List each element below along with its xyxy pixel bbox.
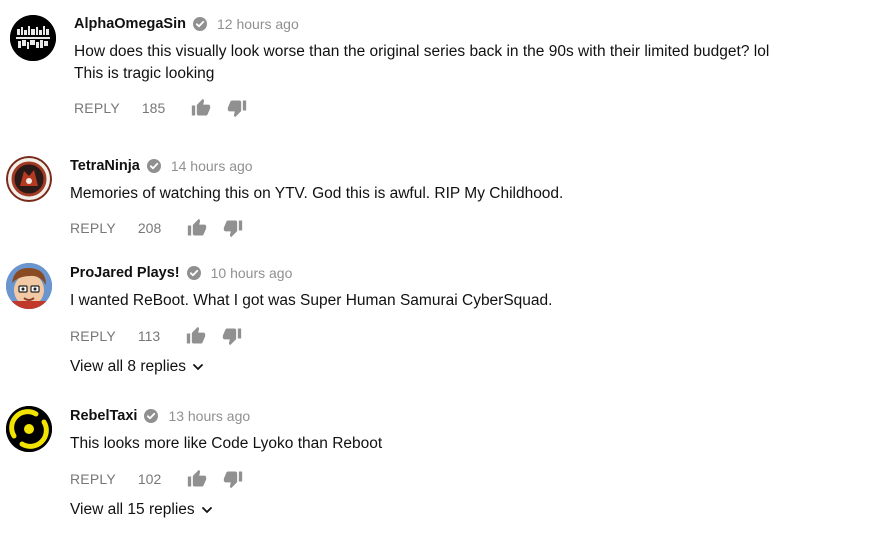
author-name[interactable]: RebelTaxi xyxy=(70,408,137,424)
comment-text-line: I wanted ReBoot. What I got was Super Hu… xyxy=(70,292,553,309)
comment-text-line: Memories of watching this on YTV. God th… xyxy=(70,185,564,202)
reply-button[interactable]: REPLY xyxy=(70,220,116,236)
verified-check-icon xyxy=(186,266,201,280)
comment-timestamp[interactable]: 13 hours ago xyxy=(168,408,250,424)
avatar[interactable] xyxy=(6,406,52,452)
chevron-down-icon xyxy=(201,504,213,516)
author-name[interactable]: ProJared Plays! xyxy=(70,265,180,281)
view-replies-button[interactable]: View all 15 replies xyxy=(70,501,213,519)
comment-text: How does this visually look worse than t… xyxy=(74,41,769,85)
author-name[interactable]: AlphaOmegaSin xyxy=(74,16,186,32)
comment-text-line: How does this visually look worse than t… xyxy=(74,43,770,60)
author-name[interactable]: TetraNinja xyxy=(70,158,140,174)
avatar[interactable] xyxy=(6,156,52,202)
thumb-up-icon[interactable] xyxy=(187,218,207,238)
comment-timestamp[interactable]: 10 hours ago xyxy=(211,265,293,281)
verified-check-icon xyxy=(144,409,159,423)
thumb-down-icon[interactable] xyxy=(227,98,247,118)
comment-text-line: This is tragic looking xyxy=(74,65,215,82)
reply-button[interactable]: REPLY xyxy=(74,100,120,116)
chevron-down-icon xyxy=(192,361,204,373)
comment-text: Memories of watching this on YTV. God th… xyxy=(70,183,563,205)
thumb-down-icon[interactable] xyxy=(223,469,243,489)
like-count: 102 xyxy=(137,471,162,487)
avatar[interactable] xyxy=(10,15,56,61)
like-count: 208 xyxy=(137,220,162,236)
view-replies-button[interactable]: View all 8 replies xyxy=(70,358,204,376)
comment-text: I wanted ReBoot. What I got was Super Hu… xyxy=(70,290,552,312)
thumb-down-icon[interactable] xyxy=(222,326,242,346)
avatar[interactable] xyxy=(6,263,52,309)
like-count: 113 xyxy=(137,328,161,344)
thumb-up-icon[interactable] xyxy=(187,469,207,489)
reply-button[interactable]: REPLY xyxy=(70,328,116,344)
reply-button[interactable]: REPLY xyxy=(70,471,116,487)
comment-timestamp[interactable]: 12 hours ago xyxy=(217,16,299,32)
verified-check-icon xyxy=(193,17,207,31)
comment-timestamp[interactable]: 14 hours ago xyxy=(171,158,253,174)
view-replies-label: View all 15 replies xyxy=(70,501,195,518)
thumb-up-icon[interactable] xyxy=(186,326,206,346)
verified-check-icon xyxy=(146,159,161,173)
comment-text-line: This looks more like Code Lyoko than Reb… xyxy=(70,435,383,452)
thumb-down-icon[interactable] xyxy=(223,218,243,238)
comment-text: This looks more like Code Lyoko than Reb… xyxy=(70,433,382,455)
thumb-up-icon[interactable] xyxy=(191,98,211,118)
like-count: 185 xyxy=(141,100,166,116)
view-replies-label: View all 8 replies xyxy=(70,358,187,375)
